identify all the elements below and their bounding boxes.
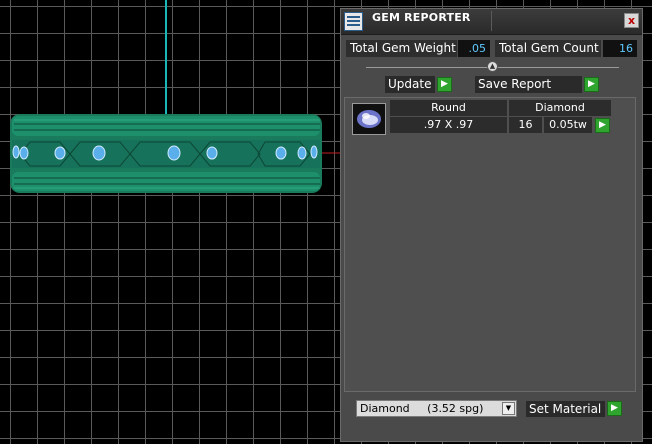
update-play-icon[interactable]: ▶ xyxy=(437,77,452,92)
slider-knob-icon[interactable]: ▲ xyxy=(487,61,498,72)
gem-material-cell: Diamond xyxy=(509,100,611,116)
gem-reporter-panel: GEM REPORTER x Total Gem Weight .05 Tota… xyxy=(340,8,643,442)
gem-weight-cell: 0.05tw xyxy=(544,117,592,133)
total-gem-count-value: 16 xyxy=(603,40,637,57)
gem-list: Round Diamond .97 X .97 16 0.05tw ▶ xyxy=(344,97,636,392)
close-icon[interactable]: x xyxy=(624,13,639,28)
total-gem-weight-value: .05 xyxy=(458,40,490,57)
panel-title: GEM REPORTER xyxy=(372,11,471,24)
chevron-down-icon[interactable]: ▼ xyxy=(502,402,515,415)
save-report-play-icon[interactable]: ▶ xyxy=(584,77,599,92)
set-material-button[interactable]: Set Material xyxy=(526,401,605,417)
app-icon xyxy=(344,12,363,31)
gem-count-cell: 16 xyxy=(509,117,542,133)
material-select-value: Diamond (3.52 spg) xyxy=(360,402,484,415)
gem-size-cell: .97 X .97 xyxy=(390,117,507,133)
panel-titlebar[interactable]: GEM REPORTER x xyxy=(341,9,642,35)
material-select[interactable]: Diamond (3.52 spg) ▼ xyxy=(356,400,517,417)
total-gem-weight-label: Total Gem Weight xyxy=(346,40,457,57)
title-divider xyxy=(491,11,492,31)
diamond-gem-icon[interactable] xyxy=(352,103,386,135)
save-report-button[interactable]: Save Report xyxy=(475,76,582,93)
gem-row-play-icon[interactable]: ▶ xyxy=(595,118,610,133)
update-button[interactable]: Update xyxy=(385,76,435,93)
total-gem-count-label: Total Gem Count xyxy=(495,40,601,57)
gem-shape-cell: Round xyxy=(390,100,507,116)
set-material-play-icon[interactable]: ▶ xyxy=(607,401,622,416)
